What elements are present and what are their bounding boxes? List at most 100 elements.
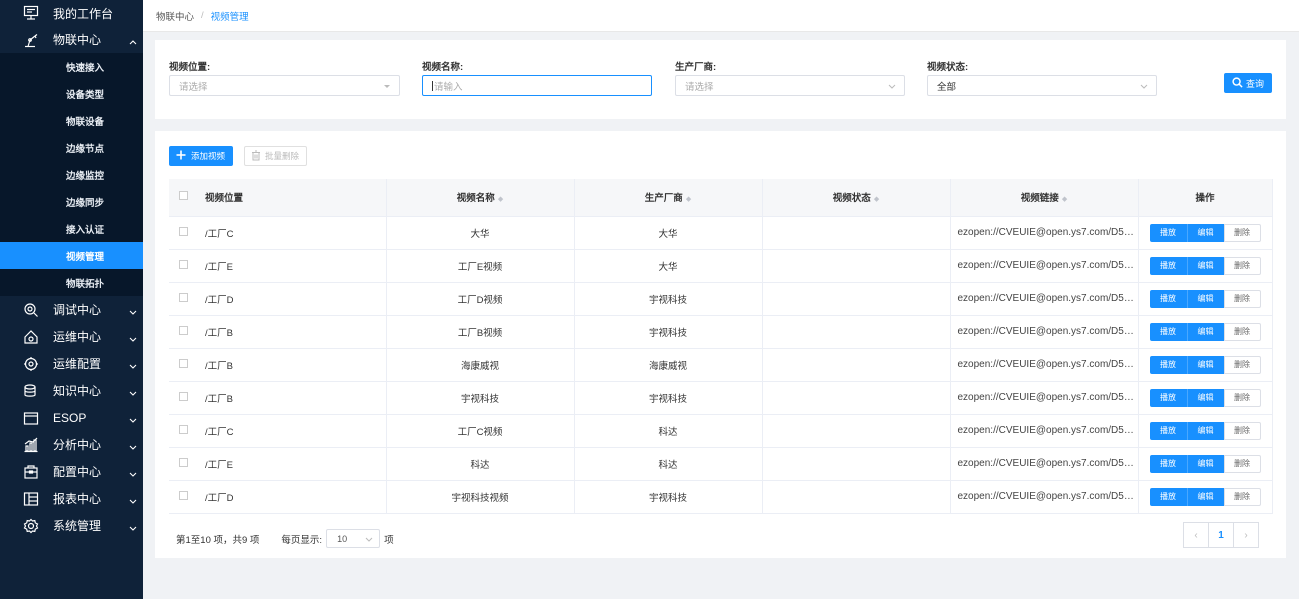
cell-link: ezopen://CVEUIE@open.ys7.com/D50... (950, 348, 1139, 382)
edit-button[interactable]: 编辑 (1186, 322, 1224, 341)
sidebar-section-6[interactable]: 配置中心 (0, 458, 143, 485)
delete-button[interactable]: 删除 (1223, 421, 1261, 440)
row-checkbox[interactable] (179, 424, 188, 434)
play-button[interactable]: 播放 (1149, 454, 1187, 473)
location-select[interactable]: 请选择 (169, 75, 400, 96)
select-all-checkbox[interactable] (179, 191, 188, 201)
row-checkbox[interactable] (179, 490, 188, 500)
page-button-current[interactable]: 1 (1208, 522, 1234, 548)
cell-status (762, 348, 951, 382)
sidebar-item-workbench[interactable]: 我的工作台 (0, 0, 143, 26)
row-select-cell (169, 249, 198, 283)
edit-button[interactable]: 编辑 (1186, 487, 1224, 506)
delete-button[interactable]: 删除 (1223, 388, 1261, 407)
row-checkbox[interactable] (179, 358, 188, 368)
header-status[interactable]: 视频状态 ◆ (762, 179, 951, 217)
header-name[interactable]: 视频名称 ◆ (386, 179, 575, 217)
sidebar-subitem-6[interactable]: 接入认证 (0, 215, 143, 242)
name-label: 视频名称: (422, 62, 464, 73)
delete-button[interactable]: 删除 (1223, 454, 1261, 473)
batch-delete-button[interactable]: 批量删除 (244, 146, 307, 166)
chevron-down-icon (129, 413, 137, 427)
cell-status (762, 447, 951, 481)
sort-icon: ◆ (497, 196, 504, 204)
status-select[interactable]: 全部 (927, 75, 1157, 96)
row-checkbox[interactable] (179, 325, 188, 335)
text-cursor (432, 80, 433, 91)
vendor-filter: 生产厂商: 请选择 (675, 59, 905, 96)
cell-name: 宇视科技 (386, 381, 575, 415)
edit-button[interactable]: 编辑 (1186, 421, 1224, 440)
sidebar-subitem-0[interactable]: 快速接入 (0, 53, 143, 80)
sidebar-section-0[interactable]: 调试中心 (0, 296, 143, 323)
sidebar-section-2[interactable]: 运维配置 (0, 350, 143, 377)
cell-vendor: 科达 (574, 414, 763, 448)
debug-icon (22, 301, 40, 319)
row-checkbox[interactable] (179, 226, 188, 236)
delete-button[interactable]: 删除 (1223, 223, 1261, 242)
sidebar-subitem-2[interactable]: 物联设备 (0, 107, 143, 134)
play-button[interactable]: 播放 (1149, 355, 1187, 374)
delete-button[interactable]: 删除 (1223, 322, 1261, 341)
iot-submenu: 快速接入 设备类型 物联设备 边缘节点 边缘监控 边缘同步 接入认证 视频管理 物联拓扑 (0, 53, 143, 296)
search-button[interactable]: 查询 (1224, 73, 1272, 93)
sidebar-subitem-1[interactable]: 设备类型 (0, 80, 143, 107)
play-button[interactable]: 播放 (1149, 322, 1187, 341)
edit-button[interactable]: 编辑 (1186, 256, 1224, 275)
cell-ops: 播放 编辑 删除 (1138, 381, 1273, 415)
header-vendor[interactable]: 生产厂商 ◆ (574, 179, 763, 217)
header-link[interactable]: 视频链接 ◆ (950, 179, 1139, 217)
config-box-icon (22, 463, 40, 481)
play-button[interactable]: 播放 (1149, 388, 1187, 407)
delete-button[interactable]: 删除 (1223, 487, 1261, 506)
sidebar-subitem-4[interactable]: 边缘监控 (0, 161, 143, 188)
add-video-button[interactable]: 添加视频 (169, 146, 233, 166)
name-input[interactable]: 请输入 (422, 75, 652, 96)
sidebar-section-iot[interactable]: 物联中心 (0, 26, 143, 53)
breadcrumb-parent[interactable]: 物联中心 (156, 9, 194, 23)
edit-button[interactable]: 编辑 (1186, 355, 1224, 374)
sidebar-subitem-3[interactable]: 边缘节点 (0, 134, 143, 161)
sidebar-section-label: 配置中心 (53, 465, 102, 479)
cell-location: /工厂D (198, 480, 387, 514)
monitor-icon (22, 4, 40, 22)
play-button[interactable]: 播放 (1149, 289, 1187, 308)
edit-button[interactable]: 编辑 (1186, 454, 1224, 473)
sidebar-section-7[interactable]: 报表中心 (0, 485, 143, 512)
row-checkbox[interactable] (179, 457, 188, 467)
cell-name: 工厂E视频 (386, 249, 575, 283)
cell-status (762, 249, 951, 283)
delete-button[interactable]: 删除 (1223, 355, 1261, 374)
edit-button[interactable]: 编辑 (1186, 223, 1224, 242)
sidebar-section-4[interactable]: ESOP (0, 404, 143, 431)
sidebar-section-3[interactable]: 知识中心 (0, 377, 143, 404)
per-page-select[interactable]: 10 (326, 529, 381, 548)
play-button[interactable]: 播放 (1149, 487, 1187, 506)
row-checkbox[interactable] (179, 259, 188, 269)
row-select-cell (169, 414, 198, 448)
row-checkbox[interactable] (179, 292, 188, 302)
play-button[interactable]: 播放 (1149, 223, 1187, 242)
prev-page-button[interactable]: ‹ (1183, 522, 1209, 548)
chevron-down-icon (1140, 82, 1148, 93)
edit-button[interactable]: 编辑 (1186, 289, 1224, 308)
sidebar-section-1[interactable]: 运维中心 (0, 323, 143, 350)
vendor-select[interactable]: 请选择 (675, 75, 905, 96)
cell-name: 工厂C视频 (386, 414, 575, 448)
sidebar-subitem-8[interactable]: 物联拓扑 (0, 269, 143, 296)
row-checkbox[interactable] (179, 391, 188, 401)
delete-button[interactable]: 删除 (1223, 256, 1261, 275)
sort-icon: ◆ (685, 196, 692, 204)
cell-location: /工厂B (198, 381, 387, 415)
sidebar-section-5[interactable]: 分析中心 (0, 431, 143, 458)
edit-button[interactable]: 编辑 (1186, 388, 1224, 407)
name-filter: 视频名称: 请输入 (422, 59, 652, 96)
sidebar-section-8[interactable]: 系统管理 (0, 512, 143, 539)
play-button[interactable]: 播放 (1149, 256, 1187, 275)
delete-button[interactable]: 删除 (1223, 289, 1261, 308)
next-page-button[interactable]: › (1233, 522, 1259, 548)
play-button[interactable]: 播放 (1149, 421, 1187, 440)
sidebar-subitem-7[interactable]: 视频管理 (0, 242, 143, 269)
sidebar-section-label: 运维中心 (53, 330, 102, 344)
sidebar-subitem-5[interactable]: 边缘同步 (0, 188, 143, 215)
